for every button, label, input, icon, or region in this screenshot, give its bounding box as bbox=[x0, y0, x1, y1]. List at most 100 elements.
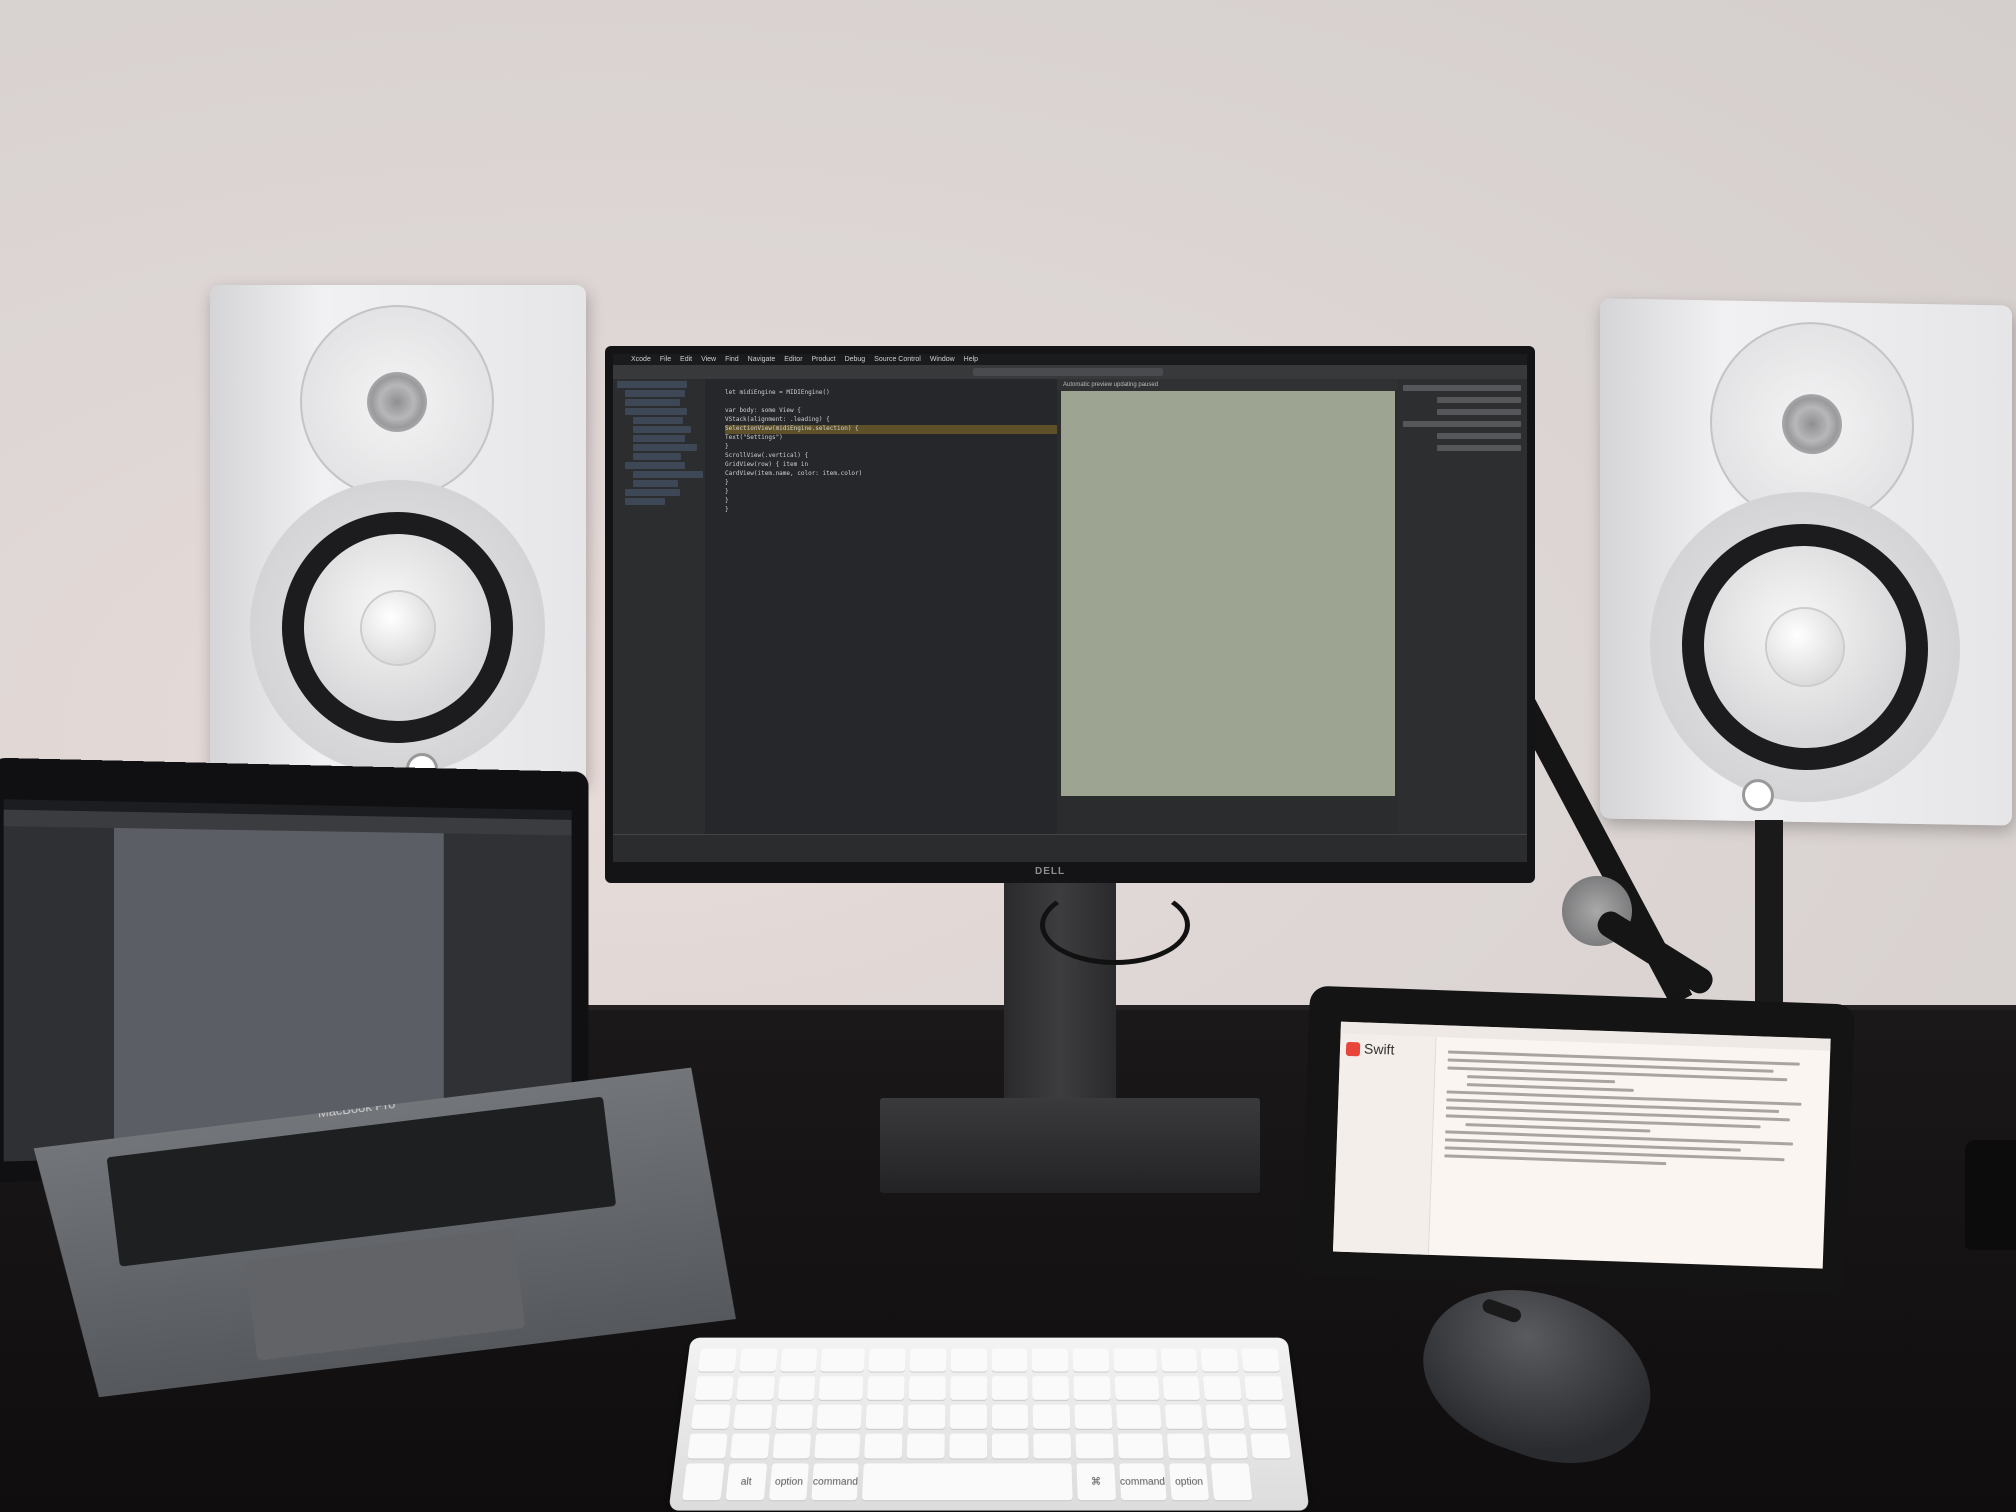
keyboard-key[interactable] bbox=[816, 1404, 863, 1429]
menu-item-find[interactable]: Find bbox=[725, 356, 739, 363]
keyboard-key[interactable] bbox=[1203, 1376, 1242, 1400]
navigator-row[interactable] bbox=[633, 480, 678, 487]
keyboard-key[interactable] bbox=[1032, 1404, 1071, 1429]
keyboard-key[interactable] bbox=[991, 1404, 1029, 1429]
mouse-scroll-wheel[interactable] bbox=[1480, 1297, 1523, 1325]
keyboard-key[interactable] bbox=[908, 1376, 946, 1400]
inspector-row[interactable] bbox=[1403, 385, 1521, 391]
inspector-row[interactable] bbox=[1437, 433, 1521, 439]
menu-item-debug[interactable]: Debug bbox=[845, 356, 866, 363]
navigator-row[interactable] bbox=[633, 444, 697, 451]
keyboard-key[interactable] bbox=[1200, 1348, 1239, 1372]
navigator-row[interactable] bbox=[633, 417, 683, 424]
keyboard-key[interactable] bbox=[1117, 1433, 1164, 1459]
keyboard-key[interactable] bbox=[1250, 1433, 1291, 1459]
menu-item-help[interactable]: Help bbox=[964, 356, 978, 363]
navigator-row[interactable] bbox=[633, 471, 703, 478]
laptop-trackpad[interactable] bbox=[245, 1228, 525, 1360]
keyboard-key[interactable] bbox=[1112, 1348, 1158, 1372]
keyboard-key[interactable] bbox=[1074, 1404, 1113, 1429]
keyboard-key[interactable] bbox=[818, 1376, 864, 1400]
key-option-right[interactable]: option bbox=[1168, 1463, 1210, 1501]
menu-item-navigate[interactable]: Navigate bbox=[748, 356, 776, 363]
keyboard-key[interactable] bbox=[774, 1404, 814, 1429]
key-command-left[interactable]: command bbox=[811, 1463, 859, 1501]
navigator-row[interactable] bbox=[617, 381, 687, 388]
key-option-left[interactable]: option bbox=[768, 1463, 810, 1501]
keyboard-key[interactable] bbox=[732, 1404, 773, 1429]
menu-item-window[interactable]: Window bbox=[930, 356, 955, 363]
navigator-row[interactable] bbox=[625, 489, 680, 496]
keyboard-key[interactable] bbox=[1211, 1463, 1253, 1501]
keyboard-key[interactable] bbox=[906, 1433, 945, 1459]
spacebar[interactable] bbox=[862, 1463, 1073, 1501]
keyboard-key[interactable] bbox=[1032, 1376, 1070, 1400]
keyboard-key[interactable] bbox=[868, 1348, 906, 1372]
navigator-row[interactable] bbox=[625, 408, 687, 415]
keyboard-key[interactable] bbox=[950, 1348, 987, 1372]
keyboard-key[interactable] bbox=[777, 1376, 816, 1400]
keyboard-key[interactable] bbox=[867, 1376, 905, 1400]
keyboard-key[interactable] bbox=[729, 1433, 770, 1459]
code-editor[interactable]: let midiEngine = MIDIEngine() var body: … bbox=[705, 379, 1057, 862]
keyboard-key[interactable] bbox=[864, 1433, 903, 1459]
keyboard-key[interactable] bbox=[909, 1348, 947, 1372]
navigator-row[interactable] bbox=[633, 453, 681, 460]
keyboard-key[interactable] bbox=[1205, 1404, 1246, 1429]
inspector-row[interactable] bbox=[1403, 421, 1521, 427]
keyboard-key[interactable] bbox=[739, 1348, 778, 1372]
menu-item-view[interactable]: View bbox=[701, 356, 716, 363]
scheme-status-field[interactable] bbox=[973, 368, 1163, 376]
keyboard-key[interactable] bbox=[1241, 1348, 1280, 1372]
keyboard-key[interactable] bbox=[687, 1433, 728, 1459]
keyboard-key[interactable] bbox=[865, 1404, 904, 1429]
keyboard-key[interactable] bbox=[1160, 1348, 1199, 1372]
keyboard-key[interactable] bbox=[1208, 1433, 1249, 1459]
keyboard-key[interactable] bbox=[1114, 1376, 1160, 1400]
keyboard-key[interactable] bbox=[682, 1463, 725, 1501]
inspector-row[interactable] bbox=[1437, 397, 1521, 403]
menu-item-edit[interactable]: Edit bbox=[680, 356, 692, 363]
key-alt[interactable]: alt bbox=[725, 1463, 767, 1501]
keyboard-key[interactable] bbox=[779, 1348, 818, 1372]
navigator-row[interactable] bbox=[625, 399, 680, 406]
keyboard-key[interactable] bbox=[991, 1348, 1028, 1372]
keyboard-key[interactable] bbox=[1073, 1376, 1111, 1400]
keyboard-key[interactable] bbox=[1072, 1348, 1110, 1372]
menu-item-source-control[interactable]: Source Control bbox=[874, 356, 921, 363]
keyboard-key[interactable] bbox=[698, 1348, 737, 1372]
menu-item-xcode[interactable]: Xcode bbox=[631, 356, 651, 363]
keyboard-key[interactable] bbox=[991, 1433, 1029, 1459]
navigator-row[interactable] bbox=[625, 390, 685, 397]
keyboard-key[interactable] bbox=[820, 1348, 866, 1372]
navigator-row[interactable] bbox=[633, 426, 691, 433]
menu-item-editor[interactable]: Editor bbox=[784, 356, 802, 363]
inspector-row[interactable] bbox=[1437, 445, 1521, 451]
keyboard-key[interactable] bbox=[1033, 1433, 1072, 1459]
keyboard-key[interactable] bbox=[1115, 1404, 1162, 1429]
preview-canvas[interactable] bbox=[1061, 391, 1395, 796]
navigator-row[interactable] bbox=[625, 462, 685, 469]
keyboard-key[interactable] bbox=[907, 1404, 946, 1429]
keyboard-key[interactable] bbox=[1244, 1376, 1284, 1400]
navigator-row[interactable] bbox=[625, 498, 665, 505]
keyboard-key[interactable] bbox=[772, 1433, 812, 1459]
key-command-right[interactable]: command bbox=[1119, 1463, 1167, 1501]
keyboard-key[interactable] bbox=[1247, 1404, 1287, 1429]
keyboard-key[interactable] bbox=[949, 1404, 987, 1429]
keyboard-key[interactable] bbox=[991, 1376, 1028, 1400]
keyboard-key[interactable] bbox=[694, 1376, 734, 1400]
keyboard-key[interactable] bbox=[1031, 1348, 1069, 1372]
keyboard-key[interactable] bbox=[814, 1433, 861, 1459]
keyboard-key[interactable] bbox=[1075, 1433, 1114, 1459]
menu-item-file[interactable]: File bbox=[660, 356, 671, 363]
keyboard-key[interactable] bbox=[691, 1404, 731, 1429]
keyboard-key[interactable] bbox=[949, 1433, 987, 1459]
keyboard-key[interactable] bbox=[1166, 1433, 1206, 1459]
keyboard-key[interactable] bbox=[1162, 1376, 1201, 1400]
navigator-row[interactable] bbox=[633, 435, 685, 442]
keyboard-key[interactable] bbox=[950, 1376, 987, 1400]
keyboard-key[interactable] bbox=[736, 1376, 775, 1400]
keyboard-key[interactable] bbox=[1164, 1404, 1204, 1429]
inspector-row[interactable] bbox=[1437, 409, 1521, 415]
